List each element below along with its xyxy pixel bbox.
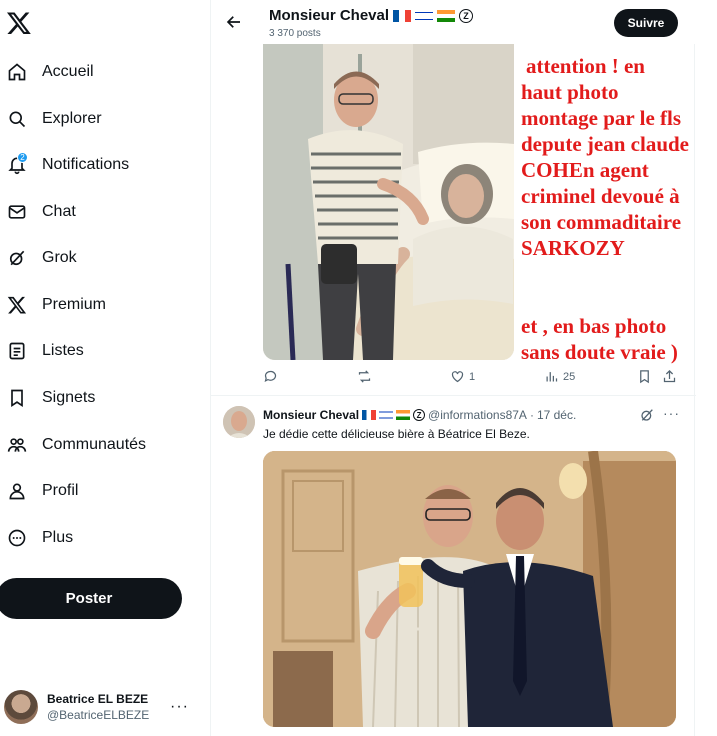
sidebar-item-label: Grok [42,249,77,266]
annotation-line: et , en bas photo [521,314,667,338]
sidebar-item-label: Premium [42,296,107,313]
z-symbol-icon: Z [459,8,474,23]
sidebar-item-communautes[interactable]: Communautés [0,425,200,465]
sidebar-item-chat[interactable]: Chat [0,192,200,232]
sidebar-item-signets[interactable]: Signets [0,378,200,418]
sidebar-item-label: Profil [42,482,79,499]
france-flag-icon [393,9,412,22]
share-icon [663,369,676,383]
sidebar-item-listes[interactable]: Listes [0,331,200,371]
annotation-line: attention ! en [526,54,645,78]
person-icon [9,483,25,500]
post-divider [211,395,696,396]
sidebar-item-label: Communautés [42,436,147,453]
india-flag-icon [396,410,411,420]
sidebar-item-label: Chat [42,203,76,220]
account-display-name: Beatrice EL BEZE [47,692,149,706]
views-button[interactable]: 25 [544,369,575,384]
x-logo-icon [7,296,27,314]
notification-badge: 2 [17,152,28,163]
share-button[interactable] [662,369,677,384]
post-image-hospital[interactable] [263,44,514,360]
account-handle: @BeatriceELBEZE [47,708,150,722]
sidebar: Accueil Explorer 2 Notifications Chat Gr… [0,0,210,736]
main-timeline: Monsieur Cheval Z 3 370 posts Suivre att… [210,0,696,736]
sidebar-item-label: Explorer [42,110,102,127]
sidebar-item-label: Listes [42,342,84,359]
like-count: 1 [469,370,476,383]
sidebar-item-label: Plus [42,529,74,546]
sidebar-item-profil[interactable]: Profil [0,471,200,511]
india-flag-icon [437,9,456,22]
sidebar-item-grok[interactable]: Grok [0,238,200,278]
annotation-line: criminel devoué à [521,184,680,208]
heart-icon [451,371,464,383]
z-symbol-icon: Z [413,409,426,421]
back-arrow-icon[interactable] [225,13,243,31]
grok-icon [9,250,25,266]
sidebar-item-plus[interactable]: Plus [0,518,200,558]
profile-name: Monsieur Cheval [269,7,390,24]
annotation-line: montage par le fls [521,106,682,130]
israel-flag-icon [415,9,434,22]
x-logo-icon[interactable] [6,10,32,36]
israel-flag-icon [379,410,394,420]
post-date[interactable]: 17 déc. [537,408,576,422]
reply-button[interactable] [263,369,278,384]
annotation-line: SARKOZY [521,236,625,260]
repost-button[interactable] [357,369,372,384]
sidebar-item-notifications[interactable]: 2 Notifications [0,145,200,185]
sidebar-item-label: Notifications [42,156,130,173]
bookmark-icon [11,389,23,408]
france-flag-icon [362,410,377,420]
author-handle[interactable]: @informations87A [428,408,527,422]
post-count: 3 370 posts [269,28,321,39]
more-circle-icon [8,529,26,547]
bookmark-button[interactable] [637,369,652,384]
sidebar-item-label: Signets [42,389,96,406]
annotation-line: sans doute vraie ) [521,340,678,364]
post-actions: 1 25 [263,369,683,389]
reply-icon [264,370,277,383]
scrollbar[interactable] [696,0,717,736]
profile-header: Monsieur Cheval Z 3 370 posts Suivre [211,0,696,44]
sidebar-item-explorer[interactable]: Explorer [0,99,200,139]
annotation-line: son commaditaire [521,210,682,234]
post-image-toast[interactable] [263,451,676,727]
avatar[interactable] [223,406,255,438]
author-name[interactable]: Monsieur Cheval [263,408,359,422]
list-icon [9,342,25,360]
mail-icon [8,205,26,219]
post-header: Monsieur Cheval Z @informations87A · 17 … [263,408,576,422]
repost-icon [358,370,371,383]
grok-icon[interactable] [639,407,655,423]
account-switcher[interactable]: Beatrice EL BEZE @BeatriceELBEZE ··· [0,684,205,730]
like-button[interactable]: 1 [450,369,475,384]
annotation-line: haut photo [521,80,619,104]
avatar [4,690,38,724]
bookmark-icon [640,370,649,384]
people-icon [7,438,27,452]
separator-dot: · [529,408,534,422]
sidebar-item-label: Accueil [42,63,94,80]
post-text: Je dédie cette délicieuse bière à Béatri… [263,427,530,441]
search-icon [9,111,26,128]
follow-button[interactable]: Suivre [614,9,678,37]
sidebar-item-accueil[interactable]: Accueil [0,52,200,92]
post-button[interactable]: Poster [0,578,182,619]
annotation-line: COHEn agent [521,158,649,182]
sidebar-item-premium[interactable]: Premium [0,285,200,325]
page-title: Monsieur Cheval Z [269,7,474,24]
home-icon [8,63,26,81]
views-count: 25 [563,370,576,383]
more-icon[interactable]: ··· [170,698,189,716]
more-icon[interactable]: ··· [663,405,680,421]
views-icon [546,372,558,382]
annotation-line: depute jean claude [521,132,689,156]
